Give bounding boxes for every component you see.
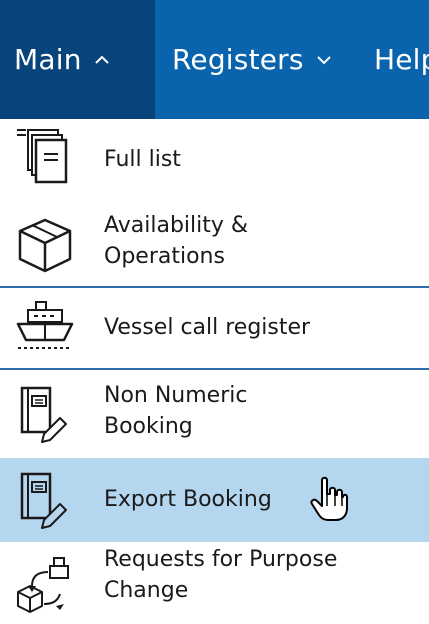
nav-help-label: Help [374, 43, 429, 76]
nav-main-label: Main [14, 43, 82, 76]
nav-help[interactable]: Help [374, 0, 429, 119]
menu-item-availability-operations[interactable]: Availability & Operations [0, 204, 429, 286]
menu-item-label: Full list [104, 147, 181, 172]
menu-item-label: Non Numeric Booking [104, 383, 248, 439]
nav-registers[interactable]: Registers [172, 0, 332, 119]
nav-registers-label: Registers [172, 43, 304, 76]
top-nav-bar: Main Registers Help [0, 0, 429, 119]
menu-item-label: Vessel call register [104, 315, 311, 340]
menu-item-label: Availability & Operations [104, 213, 249, 269]
main-dropdown-menu: Full list Availability & Operations Vess… [0, 122, 429, 624]
chevron-up-icon [94, 52, 110, 68]
menu-item-label: Requests for Purpose Change [104, 547, 338, 603]
menu-item-requests-purpose-change[interactable]: Requests for Purpose Change [0, 542, 429, 624]
menu-item-vessel-call-register[interactable]: Vessel call register [0, 288, 429, 368]
package-box-icon [14, 214, 76, 276]
purpose-change-icon [14, 552, 76, 614]
menu-item-full-list[interactable]: Full list [0, 122, 429, 204]
menu-item-label: Export Booking [104, 487, 272, 512]
menu-item-export-booking[interactable]: Export Booking [0, 458, 429, 542]
document-list-icon [14, 126, 76, 188]
menu-item-non-numeric-booking[interactable]: Non Numeric Booking [0, 370, 429, 458]
booking-edit-icon [14, 470, 76, 532]
booking-edit-icon [14, 384, 76, 446]
hand-pointer-cursor-icon [310, 476, 348, 522]
ship-icon [14, 296, 76, 358]
chevron-down-icon [316, 52, 332, 68]
nav-main[interactable]: Main [0, 0, 155, 119]
